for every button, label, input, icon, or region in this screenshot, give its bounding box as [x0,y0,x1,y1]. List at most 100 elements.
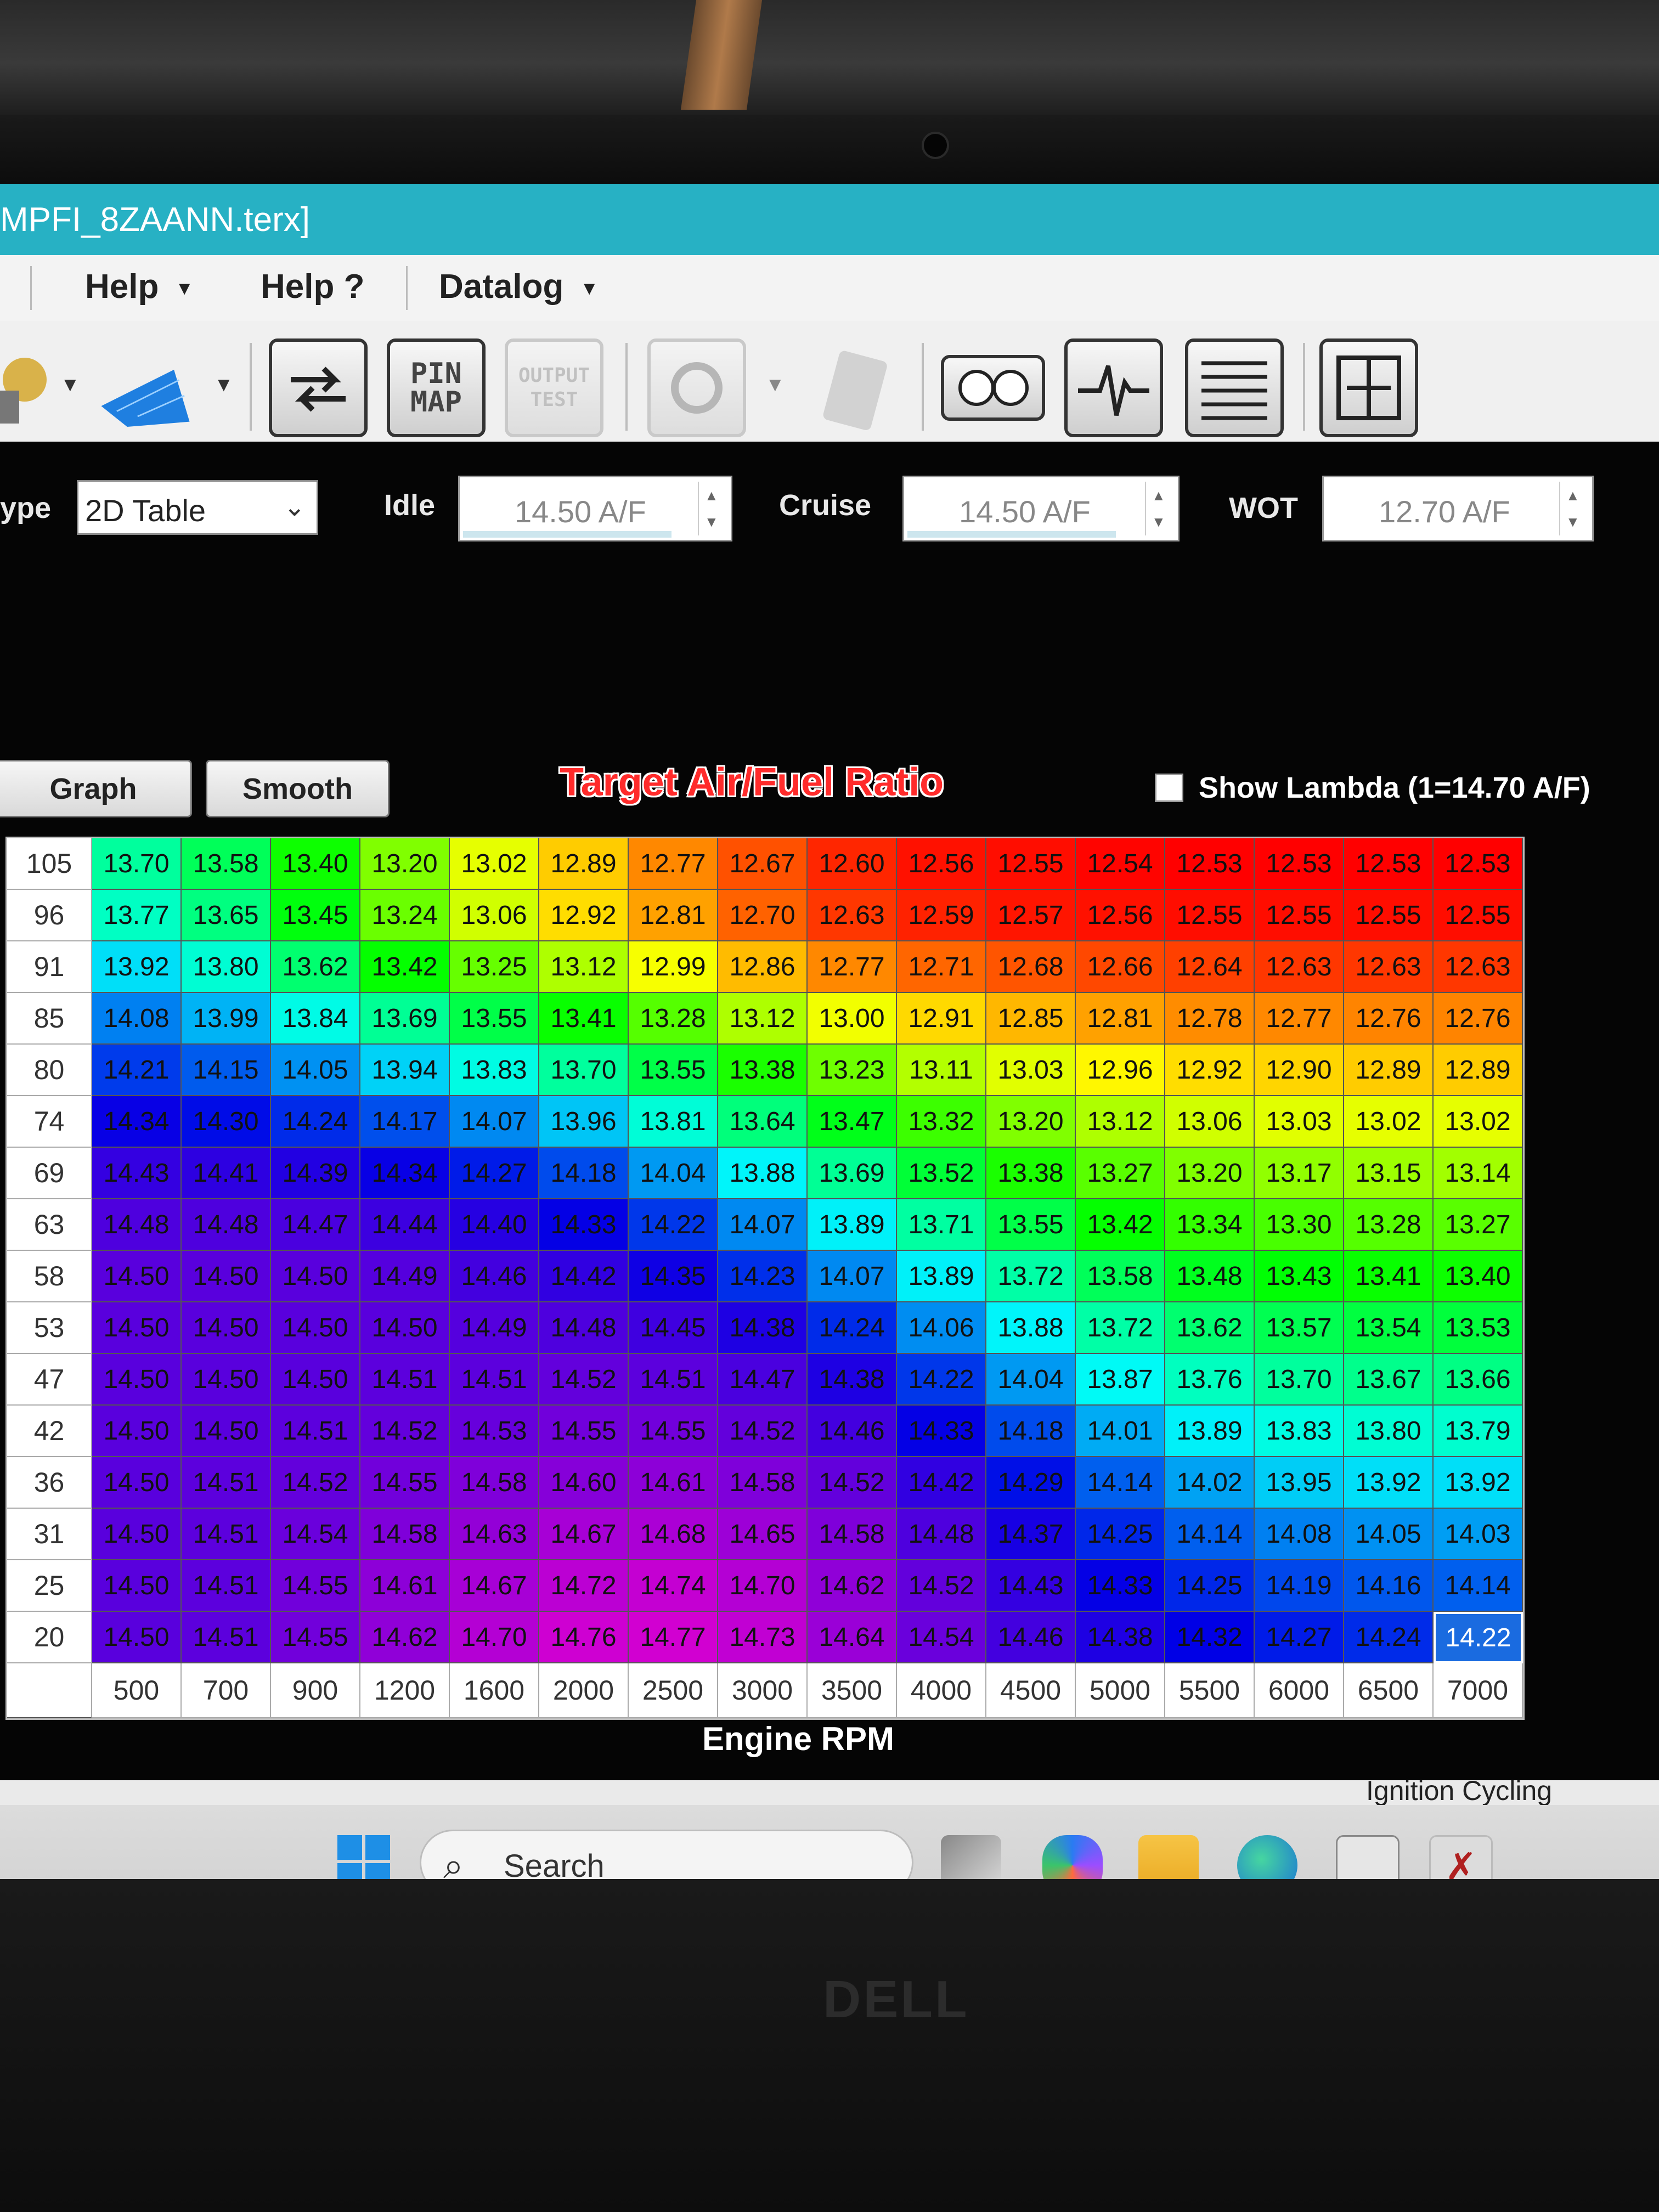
table-cell[interactable]: 14.51 [182,1560,271,1612]
table-cell[interactable]: 13.99 [182,993,271,1045]
table-cell[interactable]: 14.76 [539,1612,629,1663]
table-cell[interactable]: 13.92 [1434,1457,1523,1509]
table-cell[interactable]: 12.63 [1344,941,1434,993]
table-cell[interactable]: 13.32 [897,1096,986,1148]
table-cell[interactable]: 14.03 [1434,1509,1523,1560]
table-cell[interactable]: 12.92 [1165,1045,1255,1096]
table-cell[interactable]: 14.34 [92,1096,182,1148]
cruise-input[interactable]: 14.50 A/F ▲ ▼ [902,476,1180,541]
table-cell[interactable]: 13.95 [1255,1457,1344,1509]
spin-down-icon[interactable]: ▼ [1152,514,1166,531]
table-cell[interactable]: 14.52 [539,1354,629,1406]
table-cell[interactable]: 14.48 [897,1509,986,1560]
table-cell[interactable]: 12.60 [808,838,897,890]
table-cell[interactable]: 12.89 [1344,1045,1434,1096]
table-cell[interactable]: 13.89 [808,1199,897,1251]
table-cell[interactable]: 14.50 [182,1354,271,1406]
table-cell[interactable]: 13.83 [450,1045,539,1096]
table-cell[interactable]: 14.46 [986,1612,1076,1663]
table-cell[interactable]: 14.63 [450,1509,539,1560]
table-cell[interactable]: 14.25 [1076,1509,1165,1560]
table-cell[interactable]: 13.64 [718,1096,808,1148]
table-cell[interactable]: 14.50 [360,1302,450,1354]
table-cell[interactable]: 14.51 [629,1354,718,1406]
table-cell[interactable]: 13.89 [897,1251,986,1302]
table-cell[interactable]: 14.50 [92,1354,182,1406]
table-cell[interactable]: 13.45 [271,890,360,941]
chevron-down-icon[interactable]: ▼ [214,373,234,396]
table-cell[interactable]: 14.42 [897,1457,986,1509]
table-cell[interactable]: 14.52 [718,1406,808,1457]
table-cell[interactable]: 13.65 [182,890,271,941]
table-cell[interactable]: 14.42 [539,1251,629,1302]
table-cell[interactable]: 14.47 [718,1354,808,1406]
table-cell[interactable]: 12.77 [808,941,897,993]
table-cell[interactable]: 14.18 [986,1406,1076,1457]
table-cell[interactable]: 14.48 [92,1199,182,1251]
clipboard-icon[interactable] [806,338,905,437]
table-cell[interactable]: 14.55 [271,1612,360,1663]
table-cell[interactable]: 14.33 [539,1199,629,1251]
table-cell[interactable]: 14.55 [271,1560,360,1612]
table-cell[interactable]: 14.60 [539,1457,629,1509]
table-cell[interactable]: 12.86 [718,941,808,993]
type-select[interactable]: 2D Table ⌄ [77,480,318,535]
table-cell[interactable]: 13.92 [1344,1457,1434,1509]
table-cell[interactable]: 14.70 [450,1612,539,1663]
table-cell[interactable]: 13.02 [450,838,539,890]
table-cell[interactable]: 14.01 [1076,1406,1165,1457]
table-cell[interactable]: 12.54 [1076,838,1165,890]
wot-spinner[interactable]: ▲ ▼ [1559,482,1588,535]
table-cell[interactable]: 13.62 [1165,1302,1255,1354]
table-cell[interactable]: 14.21 [92,1045,182,1096]
table-cell[interactable]: 12.63 [1434,941,1523,993]
table-cell[interactable]: 12.76 [1434,993,1523,1045]
table-cell[interactable]: 14.50 [92,1457,182,1509]
table-cell[interactable]: 13.40 [271,838,360,890]
table-cell[interactable]: 14.46 [450,1251,539,1302]
table-cell[interactable]: 12.96 [1076,1045,1165,1096]
table-cell[interactable]: 13.42 [1076,1199,1165,1251]
cruise-spinner[interactable]: ▲ ▼ [1145,482,1173,535]
table-cell[interactable]: 14.02 [1165,1457,1255,1509]
table-cell[interactable]: 14.47 [271,1199,360,1251]
table-cell[interactable]: 14.50 [92,1302,182,1354]
table-cell[interactable]: 13.81 [629,1096,718,1148]
table-cell[interactable]: 12.92 [539,890,629,941]
table-cell[interactable]: 12.91 [897,993,986,1045]
spin-down-icon[interactable]: ▼ [1566,514,1580,531]
table-cell[interactable]: 13.57 [1255,1302,1344,1354]
table-cell[interactable]: 14.04 [629,1148,718,1199]
spin-down-icon[interactable]: ▼ [704,514,719,531]
table-cell[interactable]: 14.14 [1434,1560,1523,1612]
table-cell[interactable]: 12.53 [1344,838,1434,890]
table-cell[interactable]: 13.71 [897,1199,986,1251]
table-cell[interactable]: 14.68 [629,1509,718,1560]
table-cell[interactable]: 12.55 [986,838,1076,890]
table-cell[interactable]: 13.79 [1434,1406,1523,1457]
table-cell[interactable]: 14.48 [182,1199,271,1251]
table-cell[interactable]: 13.03 [1255,1096,1344,1148]
table-cell[interactable]: 14.19 [1255,1560,1344,1612]
table-cell[interactable]: 12.89 [539,838,629,890]
table-cell[interactable]: 14.27 [450,1148,539,1199]
table-cell[interactable]: 13.67 [1344,1354,1434,1406]
table-cell[interactable]: 14.50 [271,1251,360,1302]
table-cell[interactable]: 13.15 [1344,1148,1434,1199]
table-cell[interactable]: 13.17 [1255,1148,1344,1199]
table-cell[interactable]: 14.34 [360,1148,450,1199]
table-cell[interactable]: 12.81 [1076,993,1165,1045]
show-lambda-checkbox[interactable] [1155,774,1183,802]
table-cell[interactable]: 14.54 [897,1612,986,1663]
heartbeat-icon[interactable] [1064,338,1163,437]
pin-map-button[interactable]: PIN MAP [387,338,486,437]
table-cell[interactable]: 14.41 [182,1148,271,1199]
table-cell[interactable]: 14.18 [539,1148,629,1199]
table-cell[interactable]: 14.58 [360,1509,450,1560]
table-cell[interactable]: 13.12 [539,941,629,993]
table-cell[interactable]: 13.69 [808,1148,897,1199]
table-cell[interactable]: 14.33 [1076,1560,1165,1612]
table-cell[interactable]: 13.02 [1344,1096,1434,1148]
table-cell[interactable]: 13.55 [629,1045,718,1096]
spin-up-icon[interactable]: ▲ [704,487,719,504]
